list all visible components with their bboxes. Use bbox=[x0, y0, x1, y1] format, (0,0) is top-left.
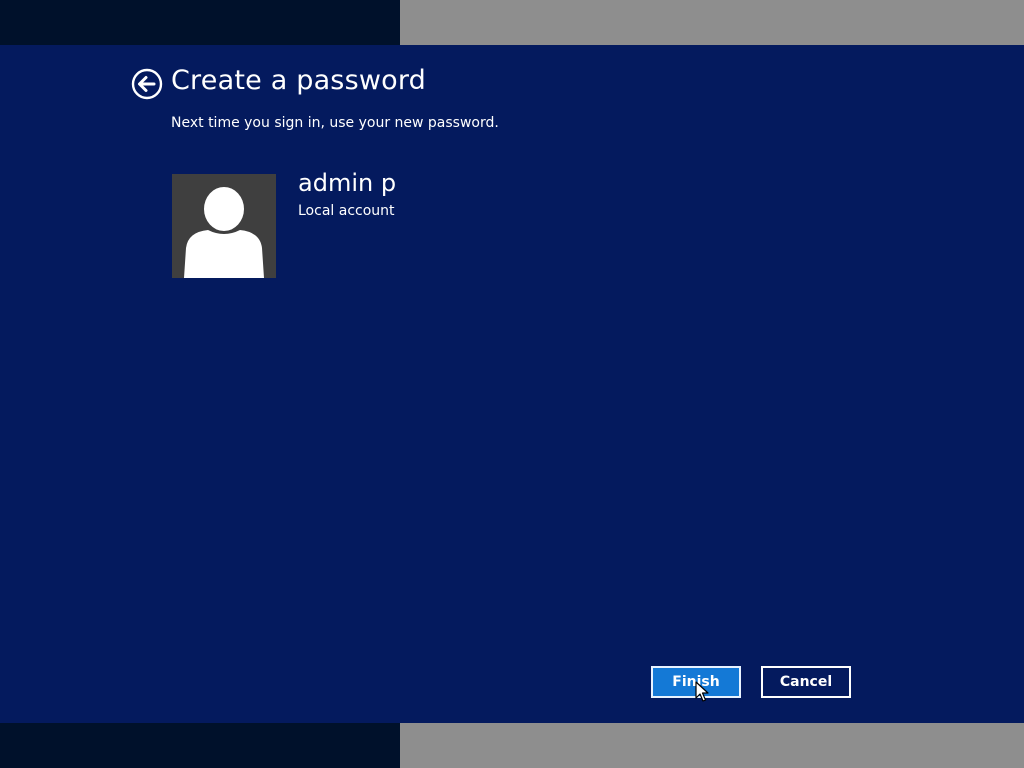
page-title: Create a password bbox=[171, 65, 427, 96]
user-name: admin p bbox=[298, 169, 397, 197]
finish-button-label: Finish bbox=[672, 674, 720, 690]
bottom-band-right bbox=[400, 723, 1024, 768]
page-subtitle: Next time you sign in, use your new pass… bbox=[171, 115, 499, 131]
screen: Create a password Next time you sign in,… bbox=[0, 0, 1024, 768]
account-type: Local account bbox=[298, 203, 395, 219]
finish-button[interactable]: Finish bbox=[651, 666, 741, 698]
back-arrow-circle-icon bbox=[131, 68, 163, 100]
back-button[interactable] bbox=[131, 68, 163, 100]
top-band-left bbox=[0, 0, 400, 45]
top-band-right bbox=[400, 0, 1024, 45]
create-password-dialog: Create a password Next time you sign in,… bbox=[0, 45, 1024, 723]
avatar bbox=[172, 174, 276, 278]
bottom-band-left bbox=[0, 723, 400, 768]
user-silhouette-icon bbox=[184, 187, 264, 278]
cancel-button[interactable]: Cancel bbox=[761, 666, 851, 698]
cancel-button-label: Cancel bbox=[779, 674, 833, 690]
